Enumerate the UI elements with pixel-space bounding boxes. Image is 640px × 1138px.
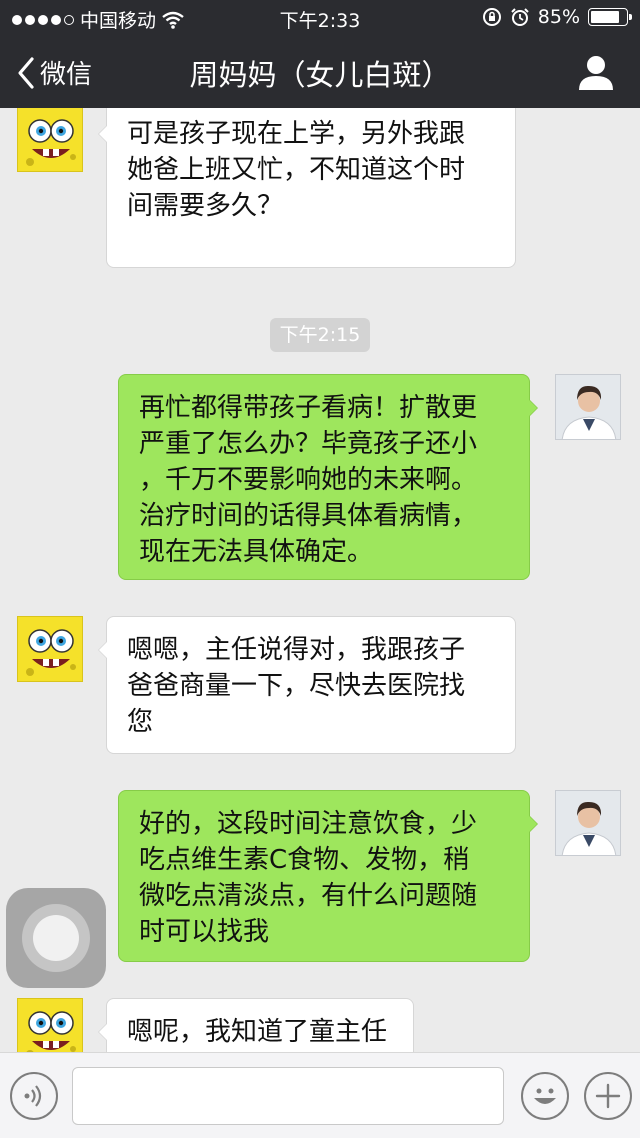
message-line: ，千万不要影响她的未来啊。 <box>139 465 478 495</box>
more-button[interactable] <box>584 1072 632 1120</box>
message-line: 现在无法具体确定。 <box>139 537 374 567</box>
message-line: 她爸上班又忙，不知道这个时 <box>127 155 466 185</box>
spongebob-avatar-image <box>18 617 82 681</box>
message-line: 间需要多久？ <box>127 191 284 221</box>
emoji-button[interactable] <box>521 1072 569 1120</box>
doctor-avatar[interactable] <box>555 374 621 440</box>
status-right: 85% <box>482 6 632 28</box>
doctor-avatar-image <box>556 375 620 439</box>
spongebob-avatar[interactable] <box>17 108 83 172</box>
message-line: 严重了怎么办？毕竟孩子还小 <box>139 429 478 459</box>
message-line: 微吃点清淡点，有什么问题随 <box>139 881 478 911</box>
message-line: 再忙都得带孩子看病！扩散更 <box>139 393 478 423</box>
battery-percent: 85% <box>537 6 580 28</box>
message-bubble-outgoing[interactable]: 好的，这段时间注意饮食，少 吃点维生素C食物、发物，稍 微吃点清淡点，有什么问题… <box>118 790 538 962</box>
profile-icon[interactable] <box>576 52 616 92</box>
voice-button[interactable] <box>10 1072 58 1120</box>
doctor-avatar-image <box>556 791 620 855</box>
alarm-icon <box>511 8 529 26</box>
assistive-touch-core <box>33 915 79 961</box>
spongebob-avatar[interactable] <box>17 998 83 1052</box>
plus-icon <box>595 1083 621 1109</box>
nav-bar: 微信 周妈妈（女儿白斑） <box>0 34 640 108</box>
message-line: 嗯嗯，主任说得对，我跟孩子 <box>127 635 466 665</box>
lock-rotation-icon <box>482 8 501 26</box>
message-bubble-incoming[interactable]: 嗯呢，我知道了童主任 <box>98 998 414 1052</box>
spongebob-avatar-image <box>18 999 82 1052</box>
message-line: 可是孩子现在上学，另外我跟 <box>127 119 466 149</box>
spongebob-avatar-image <box>18 108 82 171</box>
message-bubble-incoming[interactable]: 嗯嗯，主任说得对，我跟孩子 爸爸商量一下，尽快去医院找 您 <box>98 616 516 754</box>
chat-title: 周妈妈（女儿白斑） <box>189 58 451 92</box>
message-line: 治疗时间的话得具体看病情， <box>139 501 478 531</box>
message-line: 时可以找我 <box>139 917 270 947</box>
spongebob-avatar[interactable] <box>17 616 83 682</box>
message-line: 好的，这段时间注意饮食，少 <box>139 809 478 839</box>
battery-icon <box>588 8 632 26</box>
message-line: 爸爸商量一下，尽快去医院找 <box>127 671 466 701</box>
assistive-touch-button[interactable] <box>6 888 106 988</box>
emoji-icon <box>534 1088 556 1104</box>
input-bar <box>0 1052 640 1138</box>
message-line: 您 <box>127 707 154 737</box>
message-timestamp: 下午2:15 <box>270 318 370 352</box>
doctor-avatar[interactable] <box>555 790 621 856</box>
voice-icon <box>24 1085 42 1107</box>
battery-fill <box>591 11 620 23</box>
message-bubble-outgoing[interactable]: 再忙都得带孩子看病！扩散更 严重了怎么办？毕竟孩子还小 ，千万不要影响她的未来啊… <box>118 374 538 580</box>
message-bubble-incoming[interactable]: 可是孩子现在上学，另外我跟 她爸上班又忙，不知道这个时 间需要多久？ <box>98 108 516 268</box>
message-input[interactable] <box>72 1067 504 1125</box>
status-bar: 中国移动 下午2:33 85% <box>0 0 640 34</box>
message-line: 嗯呢，我知道了童主任 <box>127 1017 388 1047</box>
message-line: 吃点维生素C食物、发物，稍 <box>139 845 470 875</box>
